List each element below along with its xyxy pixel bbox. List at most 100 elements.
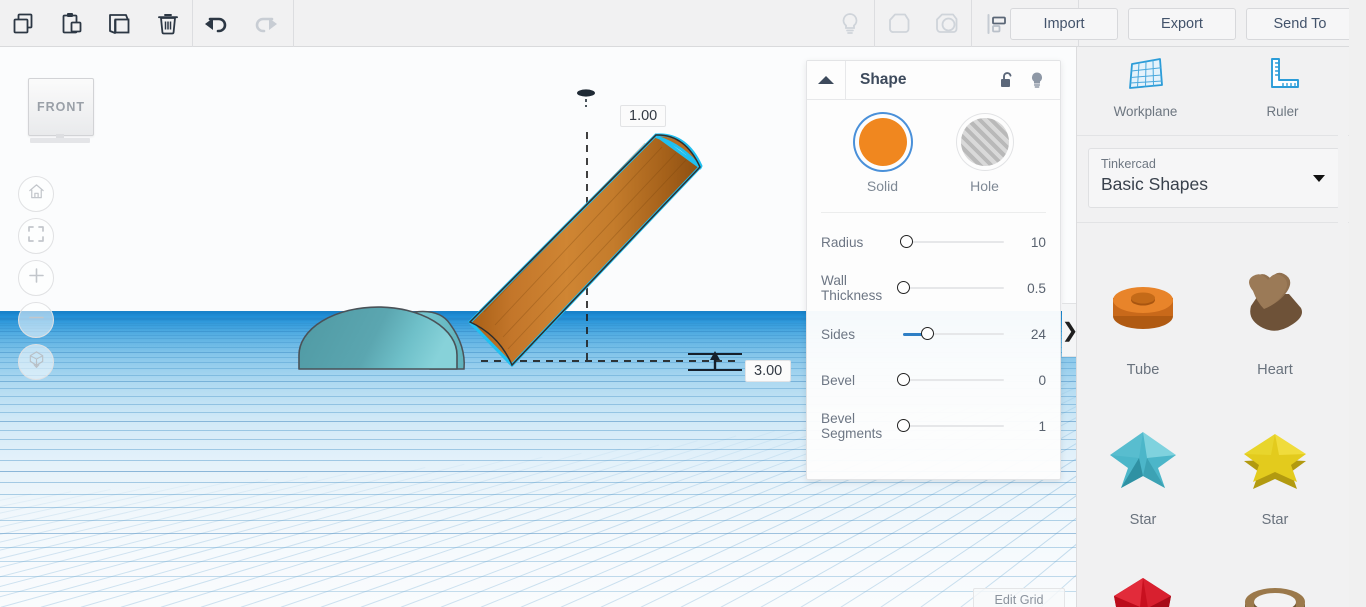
light-bulb-icon[interactable] [826, 0, 874, 47]
shape-ring[interactable]: Ring [1209, 552, 1341, 607]
export-button[interactable]: Export [1128, 7, 1236, 40]
property-value-bevel-segments[interactable]: 1 [1014, 419, 1046, 434]
slider-knob[interactable] [900, 235, 914, 248]
slider-rail [903, 425, 1004, 427]
shape-heart[interactable]: Heart [1209, 252, 1341, 402]
ungroup-icon[interactable] [923, 0, 971, 47]
property-value-sides[interactable]: 24 [1014, 327, 1046, 342]
workplane-tool-label: Workplane [1113, 104, 1178, 119]
hole-mode[interactable]: Hole [960, 118, 1009, 194]
solid-mode[interactable]: Solid [858, 118, 907, 194]
delete-icon[interactable] [144, 0, 192, 47]
slider-rail [903, 241, 1004, 243]
property-label-radius: Radius [821, 234, 864, 250]
view-cube-base [30, 138, 90, 143]
workplane-tool[interactable]: Workplane [1077, 55, 1214, 135]
solid-swatch[interactable] [858, 118, 907, 166]
home-icon [27, 182, 46, 206]
shape-star-5[interactable]: Star [1077, 402, 1209, 552]
view-cube[interactable]: FRONT [28, 78, 94, 150]
solid-mode-label: Solid [866, 178, 899, 194]
property-value-bevel[interactable]: 0 [1014, 373, 1046, 388]
shape-tube-thumbnail[interactable] [1100, 268, 1186, 346]
property-value-radius[interactable]: 10 [1014, 235, 1046, 250]
unlocked-padlock-icon[interactable] [992, 61, 1022, 99]
shape-panel-collapse-button[interactable] [807, 61, 846, 99]
shape-gallery[interactable]: Tube Heart Star Star IcosahedronRing [1077, 252, 1341, 607]
property-value-wall-thickness[interactable]: 0.5 [1014, 281, 1046, 296]
shape-star-5-thumbnail[interactable] [1100, 418, 1186, 496]
ortho-perspective-toggle[interactable] [18, 344, 54, 380]
shape-ring-thumbnail[interactable] [1232, 568, 1318, 607]
property-slider-bevel[interactable] [897, 372, 1004, 388]
shape-panel-body: Solid Hole Radius 10 Wall Thickness 0.5 Side… [807, 100, 1060, 449]
import-button[interactable]: Import [1010, 7, 1118, 40]
property-row-sides: Sides 24 [807, 311, 1060, 357]
view-cube-front-face[interactable]: FRONT [28, 78, 94, 136]
top-toolbar: Import Export Send To [0, 0, 1366, 47]
hole-swatch[interactable] [960, 118, 1009, 166]
copy-icon[interactable] [0, 0, 48, 47]
shape-star-5-yellow-label: Star [1261, 512, 1289, 528]
shape-library-select[interactable]: Tinkercad Basic Shapes [1088, 148, 1340, 208]
cube-perspective-icon [27, 350, 46, 374]
shape-mode-group: Solid Hole [807, 100, 1060, 194]
offset-measure-label[interactable]: 3.00 [745, 360, 792, 382]
height-measure-label[interactable]: 1.00 [620, 105, 667, 127]
shape-library-source: Tinkercad [1101, 157, 1156, 171]
undo-icon[interactable] [193, 0, 241, 47]
workplane-grid-icon [1126, 55, 1166, 98]
sidebar-divider-2 [1077, 222, 1351, 223]
shape-tube-label: Tube [1126, 362, 1160, 378]
shape-inspector-panel: Shape Solid Hole Radius10Wall Thicknes [806, 60, 1061, 480]
cylinder-object [468, 133, 703, 367]
property-slider-bevel-segments[interactable] [897, 418, 1004, 434]
slider-knob[interactable] [921, 327, 935, 340]
shape-star-5-label: Star [1129, 512, 1157, 528]
ruler-tool[interactable]: Ruler [1214, 55, 1351, 135]
home-view-button[interactable] [18, 176, 54, 212]
shape-star-5-yellow[interactable]: Star [1209, 402, 1341, 552]
shape-property-list: Radius 10 Wall Thickness 0.5 Sides 24 Bevel 0 Be… [807, 213, 1060, 449]
chevron-down-icon [1313, 175, 1325, 182]
chevron-up-icon [818, 76, 834, 84]
light-bulb-icon[interactable] [1022, 61, 1052, 99]
property-row-wall-thickness: Wall Thickness 0.5 [807, 265, 1060, 311]
paste-icon[interactable] [48, 0, 96, 47]
duplicate-icon[interactable] [96, 0, 144, 47]
shape-panel-header: Shape [807, 61, 1060, 100]
slider-knob[interactable] [897, 419, 910, 432]
shape-library-name: Basic Shapes [1101, 174, 1209, 194]
fit-view-button[interactable] [18, 218, 54, 254]
slider-rail [903, 287, 1004, 289]
property-row-radius: Radius 10 [807, 219, 1060, 265]
shape-heart-thumbnail[interactable] [1232, 268, 1318, 346]
property-slider-sides[interactable] [903, 326, 1004, 342]
slider-rail [903, 379, 1004, 381]
shape-star-5-yellow-thumbnail[interactable] [1232, 418, 1318, 496]
tinkercad-editor: Import Export Send To 1.00 3.00 FRONT Ed… [0, 0, 1366, 607]
dome-object [298, 306, 465, 370]
shape-tube[interactable]: Tube [1077, 252, 1209, 402]
shape-icosahedron[interactable]: Icosahedron [1077, 552, 1209, 607]
edit-grid-button[interactable]: Edit Grid [973, 588, 1065, 607]
sidebar-divider-1 [1077, 135, 1351, 136]
property-row-bevel: Bevel 0 [807, 357, 1060, 403]
property-slider-wall-thickness[interactable] [897, 280, 1004, 296]
slider-knob[interactable] [897, 373, 910, 386]
sidebar-tools: Workplane Ruler [1077, 47, 1351, 135]
shape-icosahedron-thumbnail[interactable] [1100, 568, 1186, 607]
redo-icon[interactable] [241, 0, 289, 47]
gallery-scrollbar-track[interactable] [1338, 47, 1348, 607]
group-icon[interactable] [875, 0, 923, 47]
page-scrollbar-track[interactable] [1349, 0, 1366, 607]
send-to-button[interactable]: Send To [1246, 7, 1354, 40]
minus-icon [28, 309, 45, 331]
hole-mode-label: Hole [970, 178, 999, 194]
ruler-tool-label: Ruler [1266, 104, 1299, 119]
property-slider-radius[interactable] [900, 234, 1004, 250]
height-handle [577, 89, 595, 107]
zoom-out-button[interactable] [18, 302, 54, 338]
zoom-in-button[interactable] [18, 260, 54, 296]
slider-knob[interactable] [897, 281, 910, 294]
